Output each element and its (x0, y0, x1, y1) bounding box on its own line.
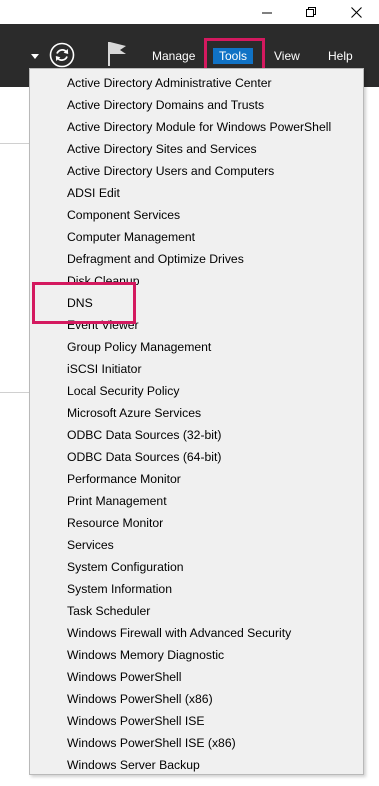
tools-menu-item[interactable]: Task Scheduler (30, 600, 363, 622)
tools-menu-item[interactable]: Windows Server Backup (30, 754, 363, 776)
tools-menu-item[interactable]: Active Directory Administrative Center (30, 72, 363, 94)
tools-menu-item[interactable]: Microsoft Azure Services (30, 402, 363, 424)
tools-menu-item[interactable]: Print Management (30, 490, 363, 512)
refresh-button[interactable] (48, 41, 76, 69)
tools-menu-item[interactable]: Resource Monitor (30, 512, 363, 534)
tools-menu-item[interactable]: Performance Monitor (30, 468, 363, 490)
tools-menu-item[interactable]: Active Directory Users and Computers (30, 160, 363, 182)
close-button[interactable] (333, 0, 379, 24)
tools-menu-item[interactable]: Disk Cleanup (30, 270, 363, 292)
tools-menu-item[interactable]: System Information (30, 578, 363, 600)
tools-menu-item[interactable]: Local Security Policy (30, 380, 363, 402)
tools-menu-item[interactable]: Windows PowerShell (x86) (30, 688, 363, 710)
left-pane-divider (0, 143, 29, 144)
menu-tools[interactable]: Tools (213, 48, 254, 64)
minimize-icon (261, 12, 272, 13)
tools-menu-item[interactable]: System Configuration (30, 556, 363, 578)
menu-view[interactable]: View (268, 48, 306, 64)
tools-menu-item[interactable]: Component Services (30, 204, 363, 226)
restore-button[interactable] (288, 0, 334, 24)
restore-icon (305, 6, 316, 17)
flag-icon (108, 42, 126, 66)
tools-menu-item[interactable]: Active Directory Sites and Services (30, 138, 363, 160)
dropdown-arrow-icon (31, 53, 39, 59)
tools-menu-item[interactable]: Windows PowerShell (30, 666, 363, 688)
notifications-flag-button[interactable] (104, 40, 130, 68)
tools-menu-item[interactable]: Event Viewer (30, 314, 363, 336)
tools-menu-item[interactable]: ADSI Edit (30, 182, 363, 204)
left-pane-background (0, 87, 29, 786)
right-pane-background (364, 87, 379, 786)
tools-menu-item[interactable]: Active Directory Domains and Trusts (30, 94, 363, 116)
tools-menu-item[interactable]: Windows Firewall with Advanced Security (30, 622, 363, 644)
tools-dropdown-menu: Active Directory Administrative Center Ac… (29, 68, 364, 775)
tools-menu-item[interactable]: Group Policy Management (30, 336, 363, 358)
tools-menu-item[interactable]: Defragment and Optimize Drives (30, 248, 363, 270)
minimize-button[interactable] (244, 0, 290, 24)
tools-menu-item[interactable]: ODBC Data Sources (64-bit) (30, 446, 363, 468)
left-pane-divider (0, 392, 29, 393)
tools-menu-list: Active Directory Administrative Center Ac… (30, 72, 363, 776)
tools-menu-item[interactable]: Windows PowerShell ISE (x86) (30, 732, 363, 754)
close-icon (350, 6, 362, 18)
tools-menu-item[interactable]: Computer Management (30, 226, 363, 248)
menu-help[interactable]: Help (322, 48, 359, 64)
tools-menu-item[interactable]: Services (30, 534, 363, 556)
tools-menu-item[interactable]: Windows PowerShell ISE (30, 710, 363, 732)
menu-manage[interactable]: Manage (146, 48, 201, 64)
tools-menu-item[interactable]: ODBC Data Sources (32-bit) (30, 424, 363, 446)
tools-menu-item[interactable]: DNS (30, 292, 363, 314)
tools-menu-item[interactable]: Windows Memory Diagnostic (30, 644, 363, 666)
refresh-icon (49, 42, 75, 68)
title-bar (0, 0, 379, 24)
dropdown-arrow-button[interactable] (28, 48, 42, 64)
tools-menu-item[interactable]: iSCSI Initiator (30, 358, 363, 380)
tools-menu-item[interactable]: Active Directory Module for Windows Powe… (30, 116, 363, 138)
